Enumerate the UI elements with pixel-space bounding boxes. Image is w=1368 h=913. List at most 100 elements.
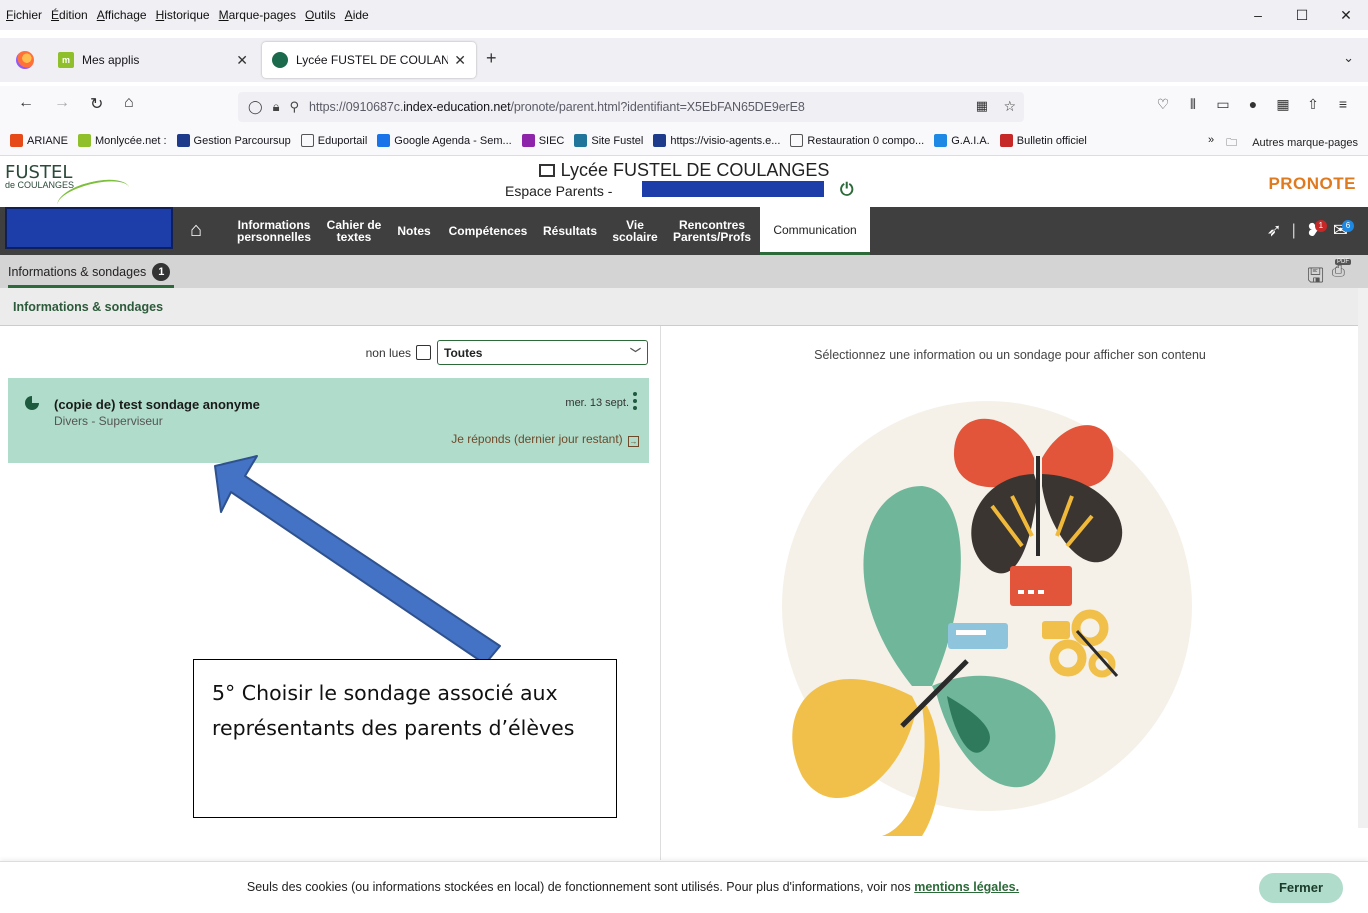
bookmark-label: https://visio-agents.e...: [670, 134, 781, 147]
nav-bar: ← → ↻ ⌂ ◯ 🔒︎ ⚲ https://0910687c.index-ed…: [0, 86, 1368, 126]
bookmark-item[interactable]: Site Fustel: [574, 134, 643, 147]
nav-notes[interactable]: Notes: [390, 207, 438, 255]
sidebar-icon[interactable]: ▭: [1208, 96, 1238, 113]
bookmark-item[interactable]: Bulletin officiel: [999, 134, 1087, 147]
nav-vie-scolaire[interactable]: Vie scolaire: [606, 207, 664, 255]
bookmark-item[interactable]: SIEC: [521, 134, 564, 147]
nav-cahier-de-textes[interactable]: Cahier de textes: [320, 207, 388, 255]
bookmark-favicon-icon: [176, 134, 190, 147]
overflow-chevron-icon[interactable]: »: [1208, 134, 1214, 153]
kebab-menu-icon[interactable]: [633, 392, 637, 413]
back-icon[interactable]: ←: [18, 94, 34, 112]
bookmark-label: Eduportail: [317, 134, 368, 147]
close-tab-icon[interactable]: ✕: [236, 52, 248, 69]
bookmark-favicon-icon: [10, 134, 23, 147]
bookmark-item[interactable]: G.A.I.A.: [934, 134, 990, 147]
translate-icon[interactable]: ▦: [976, 98, 988, 114]
school-name: Lycée FUSTEL DE COULANGES: [560, 160, 830, 180]
close-tab-icon[interactable]: ✕: [454, 52, 466, 69]
menu-historique[interactable]: Historique: [156, 8, 210, 22]
legal-link[interactable]: mentions légales.: [914, 880, 1019, 894]
url-text[interactable]: https://0910687c.index-education.net/pro…: [309, 100, 805, 114]
page-scrollbar[interactable]: [1358, 288, 1368, 828]
bookmark-favicon-icon: [574, 134, 588, 147]
menu-aide[interactable]: Aide: [345, 8, 369, 22]
tab-informations-sondages[interactable]: Informations & sondages 1: [8, 258, 175, 288]
nav-rencontres[interactable]: Rencontres Parents/Profs: [666, 207, 758, 255]
apps-icon: m: [58, 52, 74, 68]
tab-lycee[interactable]: Lycée FUSTEL DE COULANGES - ✕: [262, 42, 476, 78]
respond-link[interactable]: Je réponds (dernier jour restant) →: [451, 432, 639, 447]
id-card-icon: [538, 164, 555, 177]
firefox-icon[interactable]: [16, 51, 34, 69]
window-controls: – ☐ ✕: [1236, 0, 1368, 30]
messages-badge: 6: [1342, 220, 1354, 232]
address-bar[interactable]: ◯ 🔒︎ ⚲ https://0910687c.index-education.…: [238, 92, 1024, 122]
bookmark-item[interactable]: Restauration 0 compo...: [790, 134, 924, 147]
messages-icon[interactable]: ✉6: [1333, 220, 1354, 241]
tab-label: Lycée FUSTEL DE COULANGES -: [296, 53, 449, 67]
nav-informations-personnelles[interactable]: Informations personnelles: [228, 207, 320, 255]
tab-bar: m Mes applis ✕ Lycée FUSTEL DE COULANGES…: [0, 38, 1368, 82]
redacted-student: [5, 207, 173, 249]
nav-resultats[interactable]: Résultats: [537, 207, 603, 255]
extension-icon[interactable]: ●: [1238, 96, 1268, 113]
bookmark-label: Monlycée.net :: [94, 134, 167, 147]
menu-icon[interactable]: ≡: [1328, 96, 1358, 113]
tab-mes-applis[interactable]: m Mes applis ✕: [48, 42, 258, 78]
library-icon[interactable]: ⫴: [1178, 96, 1208, 113]
permissions-icon[interactable]: ⚲: [289, 99, 299, 115]
bookmark-favicon-icon: [653, 134, 667, 147]
cookie-banner: Seuls des cookies (ou informations stock…: [0, 861, 1368, 913]
pronote-header: FUSTEL de COULANGES Lycée FUSTEL DE COUL…: [0, 156, 1368, 209]
menu-outils[interactable]: Outils: [305, 8, 336, 22]
chevron-down-icon: ﹀: [630, 348, 641, 360]
menu-edition[interactable]: Édition: [51, 8, 88, 22]
nav-right-icons: ➶ | ❥1 ✉6: [1267, 220, 1354, 241]
filter-select[interactable]: Toutes ﹀: [437, 340, 648, 365]
nav-communication[interactable]: Communication: [760, 207, 870, 255]
forward-icon[interactable]: →: [54, 94, 70, 112]
other-bookmarks-folder[interactable]: 🗀︎ Autres marque-pages: [1226, 134, 1358, 153]
pocket-icon[interactable]: ♡: [1148, 96, 1178, 113]
item-title: (copie de) test sondage anonyme: [54, 397, 260, 412]
unread-label: non lues: [365, 345, 411, 360]
translate-ext-icon[interactable]: ▦: [1268, 96, 1298, 113]
notifications-icon[interactable]: ❥1: [1306, 220, 1327, 241]
bookmark-star-icon[interactable]: ☆: [1003, 98, 1016, 115]
maximize-icon[interactable]: ☐: [1280, 0, 1324, 30]
separator: |: [1291, 221, 1296, 239]
bookmark-label: Restauration 0 compo...: [807, 134, 925, 147]
unread-checkbox[interactable]: [416, 345, 431, 360]
bookmarks-bar: ARIANE Monlycée.net : Gestion Parcoursup Ed…: [0, 126, 1368, 156]
home-browser-icon[interactable]: ⌂: [124, 94, 134, 112]
chevron-down-icon[interactable]: ⌄: [1343, 50, 1354, 66]
menu-affichage[interactable]: Affichage: [97, 8, 147, 22]
bookmark-item[interactable]: Google Agenda - Sem...: [377, 134, 512, 147]
filter-selected-value: Toutes: [444, 345, 483, 360]
close-window-icon[interactable]: ✕: [1324, 0, 1368, 30]
close-cookie-button[interactable]: Fermer: [1259, 873, 1343, 903]
bookmark-item[interactable]: ARIANE: [10, 134, 68, 147]
lock-icon[interactable]: 🔒︎: [273, 99, 280, 115]
new-tab-icon[interactable]: +: [486, 48, 497, 69]
bookmark-item[interactable]: https://visio-agents.e...: [653, 134, 780, 147]
home-icon[interactable]: ⌂: [190, 219, 202, 242]
bookmark-item[interactable]: Eduportail: [300, 134, 368, 147]
reload-icon[interactable]: ↻: [90, 94, 103, 114]
subtab-count-badge: 1: [152, 262, 171, 281]
shield-icon[interactable]: ◯: [248, 99, 263, 115]
share-icon[interactable]: ⇧: [1298, 96, 1328, 113]
sub-tabs: Informations & sondages 1 🖫︎ PDF ⎙: [0, 255, 1368, 288]
nav-competences[interactable]: Compétences: [440, 207, 536, 255]
menu-fichier[interactable]: Fichier: [6, 8, 42, 22]
print-pdf-icon[interactable]: PDF ⎙: [1332, 259, 1354, 283]
bookmark-item[interactable]: Monlycée.net :: [77, 134, 167, 147]
butterflies-illustration: [782, 401, 1192, 836]
minimize-icon[interactable]: –: [1236, 0, 1280, 30]
item-subtitle: Divers - Superviseur: [54, 414, 163, 428]
power-icon[interactable]: ⏻: [840, 180, 853, 200]
bookmark-item[interactable]: Gestion Parcoursup: [176, 134, 291, 147]
send-icon[interactable]: ➶: [1267, 220, 1282, 241]
menu-marque-pages[interactable]: Marque-pages: [219, 8, 296, 22]
